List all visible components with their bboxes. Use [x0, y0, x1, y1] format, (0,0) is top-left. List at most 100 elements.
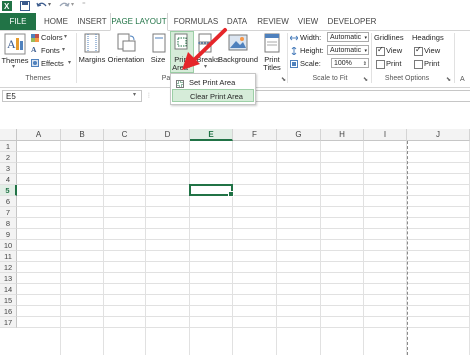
- tab-insert[interactable]: INSERT: [74, 13, 110, 30]
- row-header-4[interactable]: 4: [0, 174, 17, 185]
- orientation-icon[interactable]: [116, 33, 136, 53]
- height-label: Height:: [300, 46, 324, 55]
- undo-icon[interactable]: [36, 1, 47, 11]
- effects-icon[interactable]: [31, 59, 39, 67]
- column-header-a[interactable]: A: [17, 129, 61, 141]
- row-header-3[interactable]: 3: [0, 163, 17, 174]
- name-box-dropdown-icon[interactable]: ▾: [133, 91, 136, 98]
- scale-label: Scale:: [300, 59, 321, 68]
- size-button[interactable]: Size: [148, 55, 168, 64]
- tab-page-layout[interactable]: PAGE LAYOUT: [110, 13, 168, 31]
- grid-row-line: [17, 228, 470, 229]
- height-icon: [290, 46, 298, 56]
- scale-input[interactable]: 100% ⇕: [331, 58, 369, 68]
- group-separator: [454, 33, 455, 83]
- headings-label: Headings: [412, 33, 444, 42]
- row-header-6[interactable]: 6: [0, 196, 17, 207]
- set-print-area-icon: [176, 79, 184, 88]
- column-header-g[interactable]: G: [277, 129, 321, 141]
- formula-bar-grip-icon[interactable]: ⋮: [146, 92, 153, 99]
- tab-developer[interactable]: DEVELOPER: [326, 13, 378, 30]
- column-header-h[interactable]: H: [321, 129, 364, 141]
- gridlines-view-label: View: [386, 46, 403, 55]
- grid-row-line: [17, 283, 470, 284]
- redo-icon[interactable]: [58, 1, 70, 11]
- fonts-icon[interactable]: A: [31, 45, 36, 54]
- save-icon[interactable]: [20, 1, 30, 11]
- fonts-dropdown-icon[interactable]: ▾: [62, 46, 65, 53]
- column-header-e[interactable]: E: [190, 129, 233, 141]
- page-setup-launcher-icon[interactable]: ⬊: [281, 76, 286, 83]
- active-cell[interactable]: [189, 184, 234, 197]
- colors-dropdown-icon[interactable]: ▾: [64, 33, 67, 40]
- print-titles-label-2[interactable]: Titles: [261, 63, 283, 72]
- set-print-area-item[interactable]: Set Print Area: [172, 76, 254, 89]
- tab-home[interactable]: HOME: [38, 13, 74, 30]
- fill-handle[interactable]: [228, 191, 234, 197]
- orientation-button[interactable]: Orientation: [106, 55, 146, 64]
- print-titles-icon[interactable]: [264, 33, 280, 53]
- headings-view-checkbox[interactable]: [414, 45, 423, 56]
- themes-icon[interactable]: A: [4, 33, 26, 55]
- colors-icon[interactable]: [31, 34, 39, 42]
- svg-text:A: A: [7, 37, 16, 51]
- row-header-8[interactable]: 8: [0, 218, 17, 229]
- effects-dropdown-icon[interactable]: ▾: [68, 59, 71, 66]
- row-header-13[interactable]: 13: [0, 273, 17, 284]
- worksheet-grid[interactable]: ABCDEFGHIJ 1 2 3 4 5 6 7 8 9 10 11 12 13 14 15 16 17: [0, 129, 470, 355]
- grid-row-line: [17, 162, 470, 163]
- row-header-12[interactable]: 12: [0, 262, 17, 273]
- background-icon[interactable]: [228, 33, 248, 53]
- row-header-9[interactable]: 9: [0, 229, 17, 240]
- colors-button[interactable]: Colors: [41, 33, 63, 42]
- tab-view[interactable]: VIEW: [294, 13, 322, 30]
- select-all-corner[interactable]: [0, 129, 17, 141]
- row-header-16[interactable]: 16: [0, 306, 17, 317]
- row-header-7[interactable]: 7: [0, 207, 17, 218]
- column-header-c[interactable]: C: [104, 129, 146, 141]
- grid-row-line: [17, 217, 470, 218]
- size-icon[interactable]: [152, 33, 166, 53]
- gridlines-view-checkbox[interactable]: [376, 45, 385, 56]
- margins-button[interactable]: Margins: [78, 55, 106, 64]
- redo-dropdown-icon[interactable]: ▾: [71, 1, 81, 11]
- undo-dropdown-icon[interactable]: ▾: [48, 1, 58, 11]
- tab-file[interactable]: FILE: [0, 13, 36, 30]
- fonts-button[interactable]: Fonts: [41, 46, 60, 55]
- chevron-down-icon: ▾: [364, 35, 367, 41]
- grid-row-line: [17, 272, 470, 273]
- row-header-15[interactable]: 15: [0, 295, 17, 306]
- margins-icon[interactable]: [84, 33, 100, 53]
- grid-row-line: [17, 151, 470, 152]
- sheet-options-group-label: Sheet Options: [384, 75, 430, 82]
- height-value: Automatic: [330, 47, 362, 54]
- height-select[interactable]: Automatic ▾: [327, 45, 369, 55]
- gridlines-print-checkbox[interactable]: [376, 60, 385, 69]
- clear-print-area-item[interactable]: Clear Print Area: [172, 89, 254, 102]
- grid-row-line: [17, 173, 470, 174]
- row-header-11[interactable]: 11: [0, 251, 17, 262]
- column-header-d[interactable]: D: [146, 129, 190, 141]
- scale-to-fit-launcher-icon[interactable]: ⬊: [363, 76, 368, 83]
- column-header-j[interactable]: J: [407, 129, 470, 141]
- row-header-17[interactable]: 17: [0, 317, 17, 328]
- effects-button[interactable]: Effects: [41, 59, 64, 68]
- themes-dropdown-icon[interactable]: ▾: [12, 63, 15, 70]
- customize-toolbar-icon[interactable]: ⁼: [82, 1, 92, 11]
- column-header-f[interactable]: F: [233, 129, 277, 141]
- sheet-options-launcher-icon[interactable]: ⬊: [446, 76, 451, 83]
- row-header-14[interactable]: 14: [0, 284, 17, 295]
- row-header-5[interactable]: 5: [0, 185, 17, 196]
- themes-group-label: Themes: [25, 75, 51, 82]
- excel-logo-icon[interactable]: X: [2, 1, 12, 11]
- row-header-1[interactable]: 1: [0, 141, 17, 152]
- row-header-2[interactable]: 2: [0, 152, 17, 163]
- headings-print-checkbox[interactable]: [414, 60, 423, 69]
- tab-review[interactable]: REVIEW: [254, 13, 292, 30]
- row-header-10[interactable]: 10: [0, 240, 17, 251]
- column-header-i[interactable]: I: [364, 129, 407, 141]
- spinner-icon[interactable]: ⇕: [363, 59, 367, 69]
- name-box[interactable]: E5: [2, 90, 142, 102]
- width-select[interactable]: Automatic ▾: [327, 32, 369, 42]
- column-header-b[interactable]: B: [61, 129, 104, 141]
